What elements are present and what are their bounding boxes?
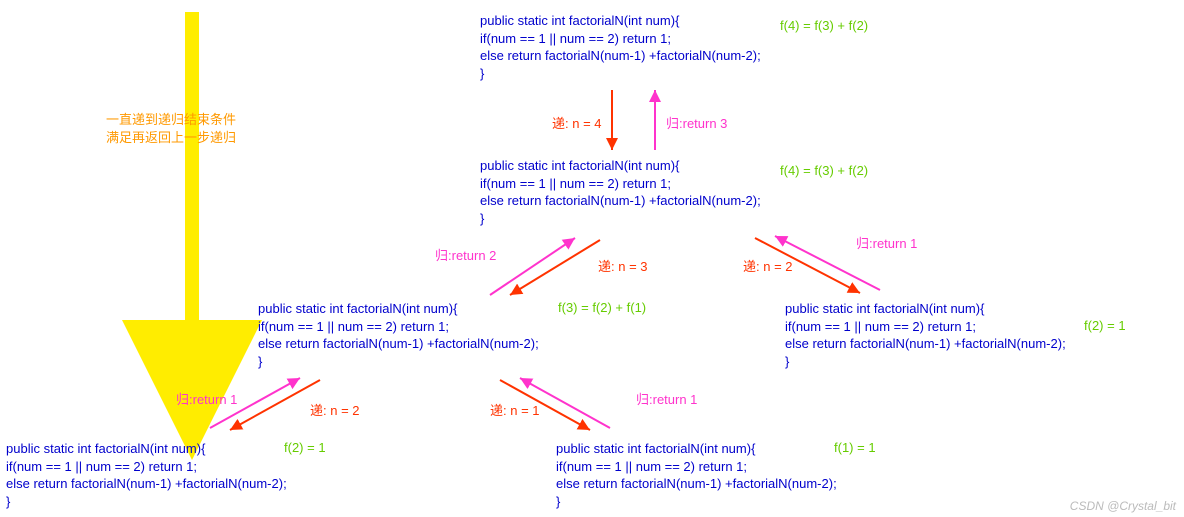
- code-else: else return factorialN(num-1) +factorial…: [258, 335, 539, 353]
- note-f4: f(4) = f(3) + f(2): [780, 18, 868, 33]
- code-block-n2-right: public static int factorialN(int num){ i…: [785, 300, 1066, 370]
- label-recur-n2-right: 递: n = 2: [743, 256, 793, 275]
- code-else: else return factorialN(num-1) +factorial…: [480, 47, 761, 65]
- note-f3: f(3) = f(2) + f(1): [558, 300, 646, 315]
- code-else: else return factorialN(num-1) +factorial…: [480, 192, 761, 210]
- code-close: }: [258, 353, 539, 371]
- label-return-2: 归:return 2: [435, 245, 496, 264]
- note-f1: f(1) = 1: [834, 440, 876, 455]
- code-else: else return factorialN(num-1) +factorial…: [6, 475, 287, 493]
- code-signature: public static int factorialN(int num){: [556, 440, 837, 458]
- label-recur-n4: 递: n = 4: [552, 113, 602, 132]
- code-block-n3: public static int factorialN(int num){ i…: [258, 300, 539, 370]
- watermark: CSDN @Crystal_bit: [1070, 499, 1176, 513]
- code-else: else return factorialN(num-1) +factorial…: [556, 475, 837, 493]
- note-f2-left: f(2) = 1: [284, 440, 326, 455]
- code-close: }: [480, 65, 761, 83]
- code-if: if(num == 1 || num == 2) return 1;: [480, 30, 761, 48]
- code-if: if(num == 1 || num == 2) return 1;: [556, 458, 837, 476]
- code-signature: public static int factorialN(int num){: [6, 440, 287, 458]
- code-if: if(num == 1 || num == 2) return 1;: [785, 318, 1066, 336]
- code-else: else return factorialN(num-1) +factorial…: [785, 335, 1066, 353]
- code-signature: public static int factorialN(int num){: [480, 12, 761, 30]
- recursion-trace-diagram: { "code": { "signature": "public static …: [0, 0, 1184, 517]
- label-return-1-mid: 归:return 1: [636, 389, 697, 408]
- code-close: }: [785, 353, 1066, 371]
- note-f4b: f(4) = f(3) + f(2): [780, 163, 868, 178]
- code-close: }: [480, 210, 761, 228]
- label-return-3: 归:return 3: [666, 113, 727, 132]
- code-close: }: [556, 493, 837, 511]
- code-signature: public static int factorialN(int num){: [785, 300, 1066, 318]
- code-if: if(num == 1 || num == 2) return 1;: [258, 318, 539, 336]
- label-recur-n2-left: 递: n = 2: [310, 400, 360, 419]
- code-if: if(num == 1 || num == 2) return 1;: [6, 458, 287, 476]
- comment-line1: 一直递到递归结束条件: [106, 109, 236, 128]
- code-signature: public static int factorialN(int num){: [258, 300, 539, 318]
- code-if: if(num == 1 || num == 2) return 1;: [480, 175, 761, 193]
- label-recur-n3: 递: n = 3: [598, 256, 648, 275]
- code-block-n1: public static int factorialN(int num){ i…: [556, 440, 837, 510]
- label-recur-n1: 递: n = 1: [490, 400, 540, 419]
- label-return-1-right: 归:return 1: [856, 233, 917, 252]
- code-block-n4b: public static int factorialN(int num){ i…: [480, 157, 761, 227]
- note-f2-right: f(2) = 1: [1084, 318, 1126, 333]
- comment-line2: 满足再返回上一步递归: [106, 127, 236, 146]
- code-block-n2-left: public static int factorialN(int num){ i…: [6, 440, 287, 510]
- code-close: }: [6, 493, 287, 511]
- label-return-1-leftmost: 归:return 1: [176, 389, 237, 408]
- code-block-n4: public static int factorialN(int num){ i…: [480, 12, 761, 82]
- code-signature: public static int factorialN(int num){: [480, 157, 761, 175]
